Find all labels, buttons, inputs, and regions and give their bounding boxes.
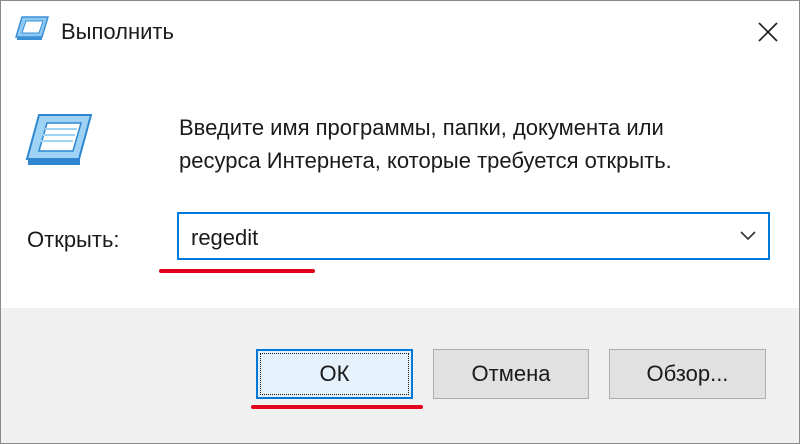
close-button[interactable] xyxy=(737,1,799,63)
open-label: Открыть: xyxy=(27,227,120,252)
title-bar: Выполнить xyxy=(1,1,799,63)
ok-button[interactable]: ОК xyxy=(256,349,413,399)
open-input[interactable]: regedit xyxy=(191,225,258,251)
open-combobox[interactable]: regedit xyxy=(177,212,770,260)
chevron-down-icon xyxy=(740,231,756,241)
close-icon xyxy=(758,22,778,42)
dialog-description: Введите имя программы, папки, документа … xyxy=(179,111,759,177)
dialog-content: Введите имя программы, папки, документа … xyxy=(1,63,799,308)
dialog-footer: ОК Отмена Обзор... xyxy=(1,308,799,443)
input-highlight-underline xyxy=(159,269,315,273)
run-large-icon xyxy=(25,111,93,171)
cancel-button[interactable]: Отмена xyxy=(433,349,589,399)
description-line-2: ресурса Интернета, которые требуется отк… xyxy=(179,148,672,173)
browse-button[interactable]: Обзор... xyxy=(609,349,766,399)
ok-highlight-underline xyxy=(251,405,423,409)
window-title: Выполнить xyxy=(61,19,174,44)
run-dialog: Выполнить Введите имя программы, папки, … xyxy=(0,0,800,444)
run-app-icon xyxy=(14,15,50,41)
combo-dropdown-button[interactable] xyxy=(734,222,762,250)
description-line-1: Введите имя программы, папки, документа … xyxy=(179,115,664,140)
